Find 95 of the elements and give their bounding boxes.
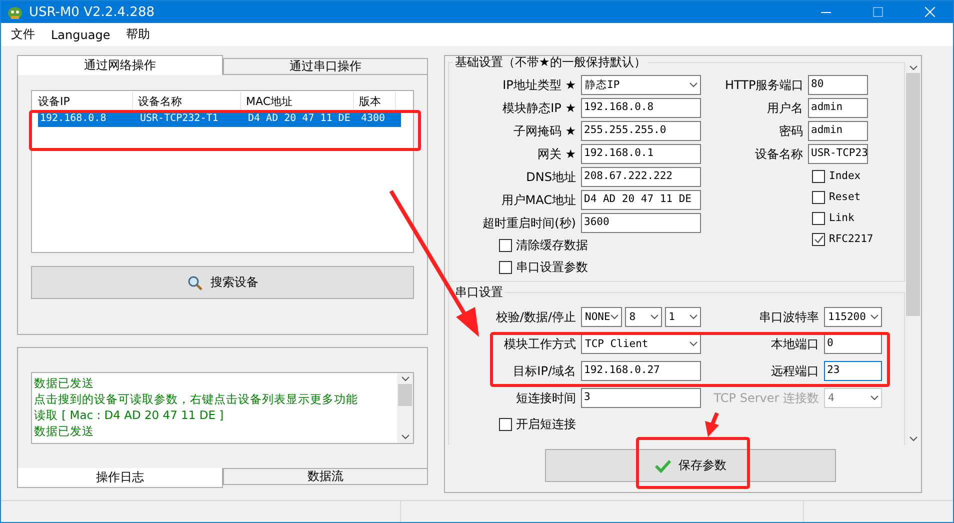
checkbox-label: 开启短连接	[516, 416, 576, 432]
checkbox-label: Link	[829, 212, 854, 224]
dropdown-caret-icon	[870, 395, 879, 401]
dropdown-caret-icon	[400, 434, 410, 440]
dropdown-caret-icon	[870, 314, 879, 320]
menu-item[interactable]: Language	[51, 28, 110, 42]
column-header[interactable]: MAC地址	[241, 92, 354, 110]
field-label: 远程端口	[770, 362, 819, 380]
dropdown[interactable]: 1	[664, 307, 702, 327]
checkbox-label: 串口设置参数	[516, 259, 588, 276]
input-field[interactable]: 3600	[581, 213, 701, 233]
dropdown[interactable]: 8	[625, 307, 662, 327]
dropdown[interactable]: 静态IP	[581, 75, 701, 95]
input-field[interactable]: USR-TCP23	[808, 144, 868, 164]
checkmark-icon	[654, 458, 670, 472]
log-line: 数据已发送	[34, 423, 95, 439]
group-title: 基础设置（不带★的一般保持默认）	[453, 56, 648, 69]
checkbox[interactable]	[812, 170, 825, 182]
dropdown-caret-icon	[689, 314, 698, 320]
checkbox-label: 清除缓存数据	[516, 237, 588, 254]
checkbox[interactable]	[812, 232, 825, 246]
dropdown-caret-icon	[610, 314, 620, 320]
input-field[interactable]: 0	[824, 334, 882, 354]
log-line: 点击搜到的设备可读取参数，右键点击设备列表显示更多功能	[34, 391, 359, 407]
checkbox[interactable]	[499, 261, 512, 274]
input-field[interactable]: 208.67.222.222	[581, 167, 701, 187]
dropdown-caret-icon	[400, 376, 410, 382]
field-label: DNS地址	[525, 168, 576, 186]
field-label: 设备名称	[754, 146, 803, 162]
menu-item[interactable]: 文件	[11, 26, 35, 43]
field-label: 网关 ★	[536, 146, 576, 162]
checkbox[interactable]	[812, 212, 825, 224]
table-cell-text: USR-TCP232-T1	[139, 112, 220, 126]
input-field[interactable]: admin	[808, 121, 868, 141]
menu-item[interactable]: 帮助	[126, 26, 150, 43]
table-cell-text: D4 AD 20 47 11 DE	[247, 112, 352, 126]
input-field[interactable]: 80	[808, 75, 868, 95]
input-field[interactable]: admin	[808, 98, 868, 118]
tab[interactable]: 操作日志	[17, 468, 222, 488]
field-label: 串口波特率	[758, 308, 819, 326]
checkbox[interactable]	[499, 239, 512, 252]
field-label: 短连接时间	[515, 390, 576, 406]
app-icon	[7, 4, 23, 20]
field-label: 用户MAC地址	[500, 192, 576, 208]
dropdown-caret-icon	[908, 65, 918, 71]
field-label: TCP Server 连接数	[712, 390, 819, 406]
search-icon	[186, 274, 202, 290]
save-parameters-button[interactable]: 保存参数	[545, 449, 836, 482]
dropdown[interactable]: NONE	[581, 307, 622, 327]
log-line: 数据已发送	[34, 375, 95, 391]
checkbox-label: Reset	[829, 191, 861, 203]
field-label: 模块静态IP ★	[502, 100, 576, 116]
table-cell-text: 4300	[360, 112, 386, 126]
checkbox-label: RFC2217	[829, 233, 874, 245]
dropdown-caret-icon	[908, 436, 918, 442]
input-field[interactable]: 3	[581, 388, 701, 408]
table-cell-text: 192.168.0.8	[39, 112, 108, 126]
arrow-drawing	[705, 412, 719, 437]
window-title: USR-M0 V2.2.4.288	[29, 4, 156, 20]
tab[interactable]: 通过网络操作	[17, 55, 222, 75]
input-field[interactable]: 255.255.255.0	[581, 121, 701, 141]
checkbox-label: Index	[829, 170, 861, 182]
dropdown-caret-icon	[689, 82, 698, 88]
input-field[interactable]: D4 AD 20 47 11 DE	[581, 190, 701, 210]
tab[interactable]: 数据流	[222, 468, 428, 485]
scrollbar[interactable]	[397, 373, 413, 443]
field-label: 用户名	[766, 100, 803, 116]
group-title: 串口设置	[453, 286, 505, 299]
column-header[interactable]: 设备名称	[133, 92, 241, 110]
log-line: 读取 [ Mac : D4 AD 20 47 11 DE ]	[34, 407, 225, 423]
dropdown-caret-icon	[650, 314, 659, 320]
field-label: 模块工作方式	[503, 336, 576, 352]
column-header[interactable]: 设备IP	[33, 92, 133, 110]
dropdown[interactable]: 115200	[824, 307, 882, 327]
maximize-icon	[873, 7, 883, 17]
field-label: 超时重启时间(秒)	[482, 214, 576, 232]
checkbox[interactable]	[812, 190, 825, 204]
close-icon	[925, 7, 935, 17]
tab[interactable]: 通过串口操作	[222, 58, 428, 75]
field-label: 本地端口	[770, 336, 819, 352]
search-devices-button[interactable]: 搜索设备	[31, 266, 414, 299]
input-field[interactable]: 192.168.0.8	[581, 98, 701, 118]
field-label: 子网掩码 ★	[512, 122, 576, 140]
input-field[interactable]: 192.168.0.27	[581, 361, 701, 381]
field-label: IP地址类型 ★	[502, 76, 576, 94]
field-label: 密码	[778, 122, 803, 140]
field-label: 目标IP/域名	[512, 362, 576, 380]
dropdown-caret-icon	[689, 341, 698, 347]
field-label: 校验/数据/停止	[494, 308, 576, 326]
dropdown[interactable]: TCP Client	[581, 334, 701, 354]
checkbox[interactable]	[499, 418, 512, 430]
field-label: HTTP服务端口	[725, 76, 803, 94]
input-field[interactable]: 23	[824, 361, 882, 381]
column-header[interactable]: 版本	[354, 92, 396, 110]
input-field[interactable]: 192.168.0.1	[581, 144, 701, 164]
